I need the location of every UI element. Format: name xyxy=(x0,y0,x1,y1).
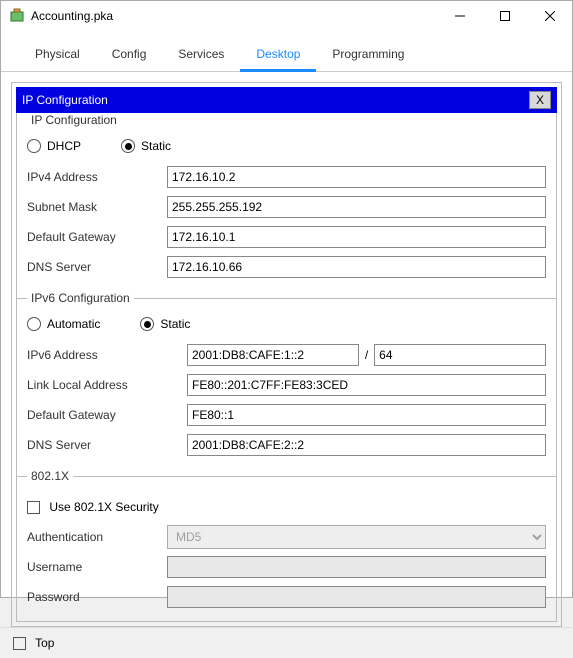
ipv6-prefix-input[interactable] xyxy=(374,344,546,366)
checkbox-icon xyxy=(27,501,40,514)
content-pane[interactable]: IP Configuration X IP Configuration DHCP… xyxy=(11,82,562,627)
ip-config-header: IP Configuration X xyxy=(16,87,557,113)
close-app-button[interactable]: X xyxy=(529,91,551,109)
window-title: Accounting.pka xyxy=(31,9,437,23)
dot1x-use-checkbox[interactable]: Use 802.1X Security xyxy=(27,500,159,514)
dot1x-auth-label: Authentication xyxy=(27,530,167,544)
radio-icon xyxy=(27,139,41,153)
prefix-separator: / xyxy=(359,348,374,362)
ipv4-mask-label: Subnet Mask xyxy=(27,200,167,214)
ipv4-dhcp-radio[interactable]: DHCP xyxy=(27,139,81,153)
ipv4-dns-label: DNS Server xyxy=(27,260,167,274)
ipv4-dns-input[interactable] xyxy=(167,256,546,278)
top-checkbox[interactable]: Top xyxy=(13,636,54,650)
dot1x-group: 802.1X Use 802.1X Security Authenticatio… xyxy=(17,469,556,621)
dot1x-pass-input xyxy=(167,586,546,608)
ipv6-auto-label: Automatic xyxy=(47,317,100,331)
ipv4-static-radio[interactable]: Static xyxy=(121,139,171,153)
titlebar: Accounting.pka xyxy=(1,1,572,31)
ipv4-dhcp-label: DHCP xyxy=(47,139,81,153)
ipv4-legend: IP Configuration xyxy=(27,113,121,127)
ipv6-addr-input[interactable] xyxy=(187,344,359,366)
minimize-button[interactable] xyxy=(437,1,482,31)
ipv6-auto-radio[interactable]: Automatic xyxy=(27,317,100,331)
dot1x-pass-label: Password xyxy=(27,590,167,604)
ipv4-mask-input[interactable] xyxy=(167,196,546,218)
tab-desktop[interactable]: Desktop xyxy=(240,41,316,72)
ipv6-dns-input[interactable] xyxy=(187,434,546,456)
ipv6-static-radio[interactable]: Static xyxy=(140,317,190,331)
dot1x-user-input xyxy=(167,556,546,578)
config-stack: IP Configuration DHCP Static IPv4 Addres… xyxy=(16,113,557,622)
top-label: Top xyxy=(35,636,54,650)
dot1x-auth-select: MD5 xyxy=(167,525,546,549)
ipv4-static-label: Static xyxy=(141,139,171,153)
tab-config[interactable]: Config xyxy=(96,41,163,71)
ipv6-group: IPv6 Configuration Automatic Static IPv6… xyxy=(17,291,556,469)
maximize-button[interactable] xyxy=(482,1,527,31)
ipv6-static-label: Static xyxy=(160,317,190,331)
ipv6-ll-input[interactable] xyxy=(187,374,546,396)
ip-config-title: IP Configuration xyxy=(22,93,529,107)
checkbox-icon xyxy=(13,637,26,650)
ipv4-group: IP Configuration DHCP Static IPv4 Addres… xyxy=(17,113,556,291)
radio-icon xyxy=(27,317,41,331)
radio-icon xyxy=(121,139,135,153)
dot1x-use-label: Use 802.1X Security xyxy=(49,500,158,514)
ipv6-addr-label: IPv6 Address xyxy=(27,348,187,362)
tab-services[interactable]: Services xyxy=(162,41,240,71)
ipv4-addr-input[interactable] xyxy=(167,166,546,188)
app-icon xyxy=(9,8,25,24)
ipv4-gw-label: Default Gateway xyxy=(27,230,167,244)
footer: Top xyxy=(1,627,572,658)
ipv6-dns-label: DNS Server xyxy=(27,438,187,452)
tab-programming[interactable]: Programming xyxy=(316,41,420,71)
tab-bar: Physical Config Services Desktop Program… xyxy=(1,35,572,72)
ipv6-ll-label: Link Local Address xyxy=(27,378,187,392)
ipv6-gw-input[interactable] xyxy=(187,404,546,426)
app-window: Accounting.pka Physical Config Services … xyxy=(0,0,573,598)
ipv6-gw-label: Default Gateway xyxy=(27,408,187,422)
ipv6-legend: IPv6 Configuration xyxy=(27,291,134,305)
dot1x-legend: 802.1X xyxy=(27,469,73,483)
tab-physical[interactable]: Physical xyxy=(19,41,96,71)
close-window-button[interactable] xyxy=(527,1,572,31)
radio-icon xyxy=(140,317,154,331)
ipv4-gw-input[interactable] xyxy=(167,226,546,248)
dot1x-user-label: Username xyxy=(27,560,167,574)
content-wrap: IP Configuration X IP Configuration DHCP… xyxy=(1,72,572,627)
ipv4-addr-label: IPv4 Address xyxy=(27,170,167,184)
